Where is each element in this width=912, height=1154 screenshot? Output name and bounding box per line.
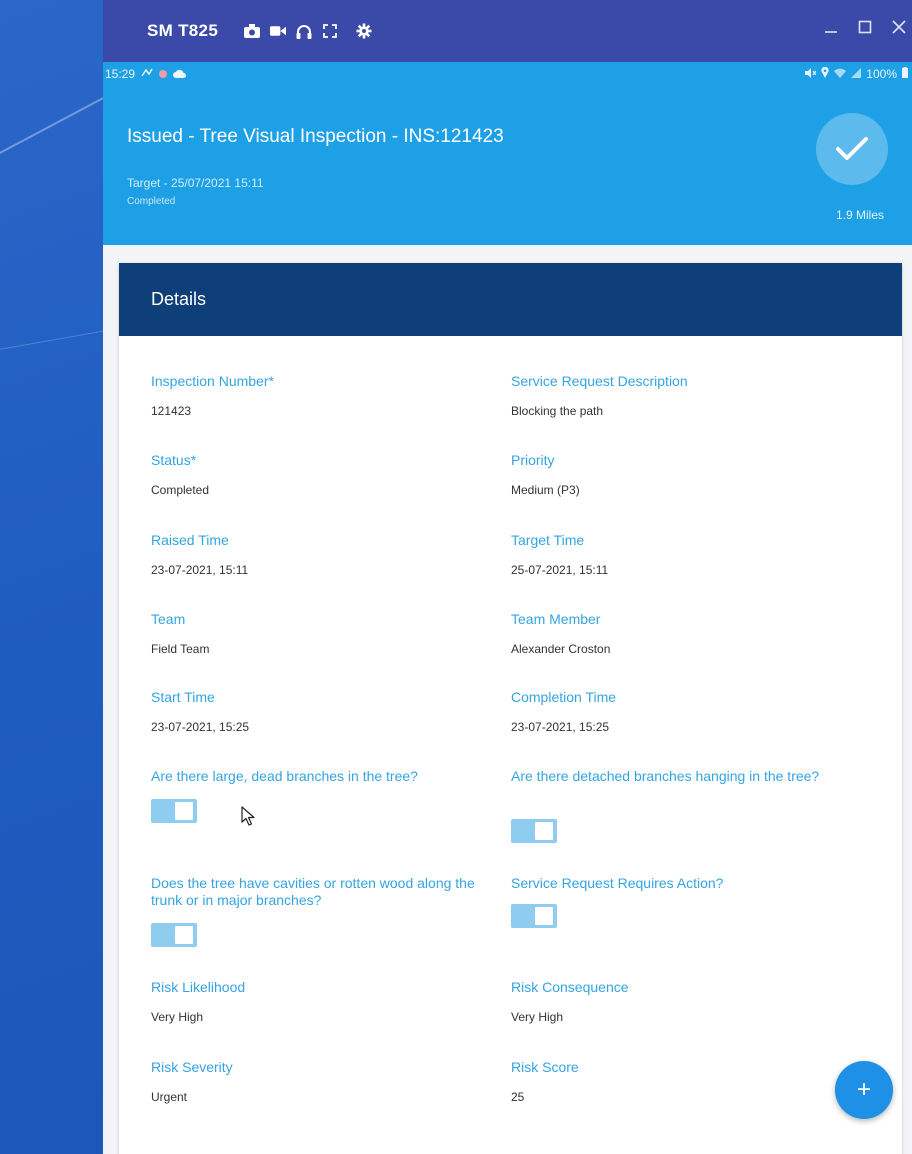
field-dead-branches: Are there large, dead branches in the tr… xyxy=(151,768,491,785)
notification-icon xyxy=(141,67,153,81)
field-value[interactable]: Very High xyxy=(511,1010,851,1024)
field-requires-action: Service Request Requires Action? xyxy=(511,875,851,892)
field-inspection-number: Inspection Number* 121423 xyxy=(151,373,491,418)
inspection-title: Issued - Tree Visual Inspection - INS:12… xyxy=(127,126,504,147)
field-raised-time: Raised Time 23-07-2021, 15:11 xyxy=(151,532,491,577)
toggle-knob xyxy=(535,907,553,925)
clock: 15:29 xyxy=(105,67,136,81)
field-team-member: Team Member Alexander Croston xyxy=(511,611,851,656)
field-value[interactable]: 23-07-2021, 15:11 xyxy=(151,563,491,577)
field-detached-branches: Are there detached branches hanging in t… xyxy=(511,768,851,785)
field-priority: Priority Medium (P3) xyxy=(511,452,851,497)
mute-icon xyxy=(805,67,817,81)
field-label: Risk Likelihood xyxy=(151,979,246,995)
inspection-header: Issued - Tree Visual Inspection - INS:12… xyxy=(103,86,912,245)
add-fab-button[interactable]: + xyxy=(835,1061,893,1119)
detached-branches-toggle[interactable] xyxy=(511,819,557,843)
field-value[interactable]: Urgent xyxy=(151,1090,491,1104)
field-label: Inspection Number* xyxy=(151,373,274,389)
fullscreen-icon[interactable] xyxy=(322,23,338,39)
field-label: Risk Consequence xyxy=(511,979,629,995)
cloud-icon xyxy=(173,67,187,81)
field-risk-score: Risk Score 25 xyxy=(511,1059,851,1104)
toggle-knob xyxy=(175,926,193,944)
plus-icon: + xyxy=(856,1076,871,1103)
field-value[interactable]: 25 xyxy=(511,1090,851,1104)
field-label: Risk Score xyxy=(511,1059,579,1075)
details-header: Details xyxy=(119,263,902,336)
field-start-time: Start Time 23-07-2021, 15:25 xyxy=(151,689,491,734)
requires-action-toggle[interactable] xyxy=(511,904,557,928)
minimize-icon[interactable] xyxy=(822,18,840,36)
titlebar-tools xyxy=(244,23,372,39)
device-name: SM T825 xyxy=(147,21,219,40)
field-risk-likelihood: Risk Likelihood Very High xyxy=(151,979,491,1024)
window-controls xyxy=(822,18,908,36)
mouse-cursor-icon xyxy=(241,806,255,826)
field-value[interactable]: Field Team xyxy=(151,642,491,656)
settings-icon[interactable] xyxy=(356,23,372,39)
window-titlebar: SM T825 xyxy=(103,0,912,62)
field-label: Completion Time xyxy=(511,689,617,705)
field-label: Are there large, dead branches in the tr… xyxy=(151,768,418,784)
maximize-icon[interactable] xyxy=(856,18,874,36)
field-value[interactable]: Alexander Croston xyxy=(511,642,851,656)
check-icon xyxy=(836,137,868,160)
field-value[interactable]: 121423 xyxy=(151,404,491,418)
field-label: Risk Severity xyxy=(151,1059,233,1075)
field-label: Service Request Requires Action? xyxy=(511,875,724,891)
field-value[interactable]: Very High xyxy=(151,1010,491,1024)
field-label: Does the tree have cavities or rotten wo… xyxy=(151,875,475,908)
location-icon xyxy=(821,66,829,81)
field-value[interactable]: 23-07-2021, 15:25 xyxy=(151,720,491,734)
field-value[interactable]: Medium (P3) xyxy=(511,483,851,497)
app-notification-icon xyxy=(159,70,168,78)
field-team: Team Field Team xyxy=(151,611,491,656)
field-label: Are there detached branches hanging in t… xyxy=(511,768,820,784)
field-label: Team Member xyxy=(511,611,601,627)
field-value[interactable]: Completed xyxy=(151,483,491,497)
toggle-knob xyxy=(535,822,553,840)
field-risk-consequence: Risk Consequence Very High xyxy=(511,979,851,1024)
battery-icon xyxy=(902,67,908,81)
headset-icon[interactable] xyxy=(296,23,312,39)
field-value[interactable]: 23-07-2021, 15:25 xyxy=(511,720,851,734)
field-label: Service Request Description xyxy=(511,373,688,389)
field-label: Priority xyxy=(511,452,555,468)
background-streak xyxy=(0,327,120,354)
toggle-knob xyxy=(175,802,193,820)
field-status: Status* Completed xyxy=(151,452,491,497)
field-risk-severity: Risk Severity Urgent xyxy=(151,1059,491,1104)
battery-level: 100% xyxy=(866,67,897,81)
details-title: Details xyxy=(151,289,207,309)
android-status-bar: 15:29 100% xyxy=(103,62,912,86)
field-label: Target Time xyxy=(511,532,585,548)
field-completion-time: Completion Time 23-07-2021, 15:25 xyxy=(511,689,851,734)
inspection-status: Completed xyxy=(127,196,176,207)
wifi-icon xyxy=(834,67,847,81)
target-date: Target - 25/07/2021 15:11 xyxy=(127,176,264,190)
dead-branches-toggle[interactable] xyxy=(151,799,197,823)
field-value[interactable]: 25-07-2021, 15:11 xyxy=(511,563,851,577)
signal-icon xyxy=(851,67,862,81)
field-label: Start Time xyxy=(151,689,215,705)
field-label: Status* xyxy=(151,452,197,468)
field-value[interactable]: Blocking the path xyxy=(511,404,851,418)
close-icon[interactable] xyxy=(890,18,908,36)
field-target-time: Target Time 25-07-2021, 15:11 xyxy=(511,532,851,577)
field-service-request-description: Service Request Description Blocking the… xyxy=(511,373,851,418)
camera-icon[interactable] xyxy=(244,23,261,39)
complete-check-button[interactable] xyxy=(816,113,888,185)
cavities-toggle[interactable] xyxy=(151,923,197,947)
distance-label: 1.9 Miles xyxy=(835,208,884,222)
app-window: SM T825 15:29 100% Issued - Tree Visual … xyxy=(103,0,912,1154)
video-icon[interactable] xyxy=(270,23,287,39)
field-label: Team xyxy=(151,611,186,627)
field-cavities: Does the tree have cavities or rotten wo… xyxy=(151,875,491,909)
field-label: Raised Time xyxy=(151,532,229,548)
